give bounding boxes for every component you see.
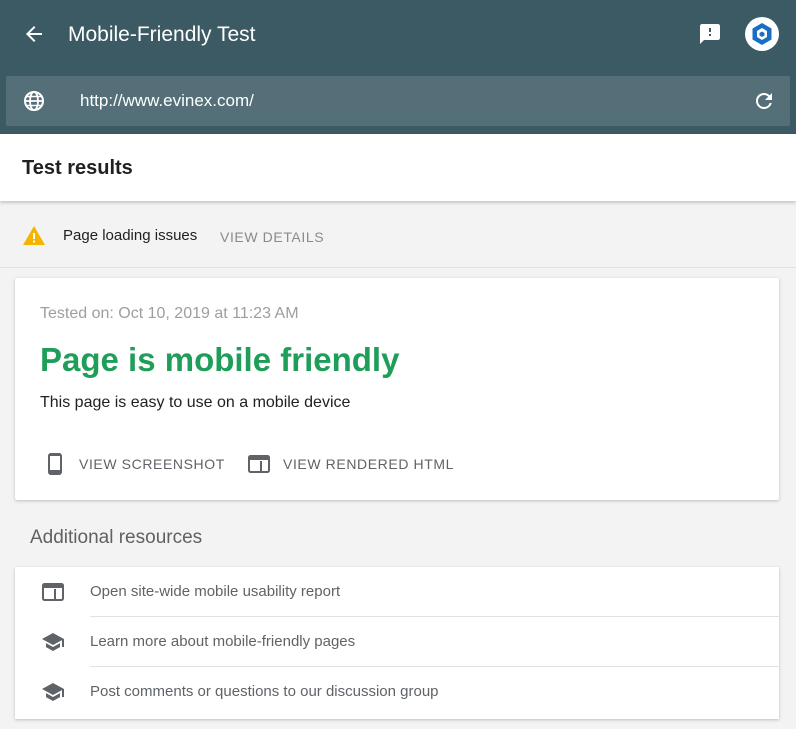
list-item-discussion-group[interactable]: Post comments or questions to our discus…	[15, 667, 779, 717]
tested-on-timestamp: Tested on: Oct 10, 2019 at 11:23 AM	[40, 305, 299, 322]
feedback-icon[interactable]	[698, 22, 722, 46]
additional-resources-list: Open site-wide mobile usability report L…	[15, 567, 779, 719]
page-loading-issues-bar: Page loading issues VIEW DETAILS	[0, 204, 796, 268]
list-item-learn-more[interactable]: Learn more about mobile-friendly pages	[15, 617, 779, 667]
view-rendered-html-button[interactable]: VIEW RENDERED HTML	[247, 452, 454, 476]
view-screenshot-label: VIEW SCREENSHOT	[79, 456, 225, 472]
smartphone-icon	[48, 453, 62, 475]
results-title: Test results	[22, 157, 133, 179]
view-details-link[interactable]: VIEW DETAILS	[220, 228, 324, 246]
result-subtitle: This page is easy to use on a mobile dev…	[40, 394, 351, 411]
back-arrow-icon[interactable]	[22, 22, 46, 46]
result-card: Tested on: Oct 10, 2019 at 11:23 AM Page…	[15, 278, 779, 500]
view-rendered-html-label: VIEW RENDERED HTML	[283, 456, 455, 472]
result-headline: Page is mobile friendly	[40, 341, 400, 378]
refresh-icon[interactable]	[752, 89, 776, 113]
list-item-label: Post comments or questions to our discus…	[90, 683, 439, 700]
school-cap-icon	[42, 683, 64, 701]
url-bar[interactable]: http://www.evinex.com/	[6, 76, 790, 126]
url-field[interactable]: http://www.evinex.com/	[80, 91, 254, 111]
web-window-icon	[248, 455, 270, 473]
globe-icon	[24, 91, 44, 111]
app-title: Mobile-Friendly Test	[68, 23, 256, 46]
app-bar: Mobile-Friendly Test http://www.evinex.c…	[0, 0, 796, 134]
view-screenshot-button[interactable]: VIEW SCREENSHOT	[43, 452, 225, 476]
list-item-label: Learn more about mobile-friendly pages	[90, 633, 356, 650]
account-avatar[interactable]	[745, 17, 779, 51]
page-loading-issues-text: Page loading issues	[63, 227, 198, 244]
school-cap-icon	[42, 633, 64, 651]
web-window-icon	[42, 583, 64, 601]
list-item-label: Open site-wide mobile usability report	[90, 583, 341, 600]
hexagon-logo-icon	[752, 23, 772, 45]
warning-icon	[23, 226, 45, 245]
results-header: Test results	[0, 134, 796, 201]
additional-resources-heading: Additional resources	[30, 527, 203, 548]
list-item-usability-report[interactable]: Open site-wide mobile usability report	[15, 567, 779, 617]
